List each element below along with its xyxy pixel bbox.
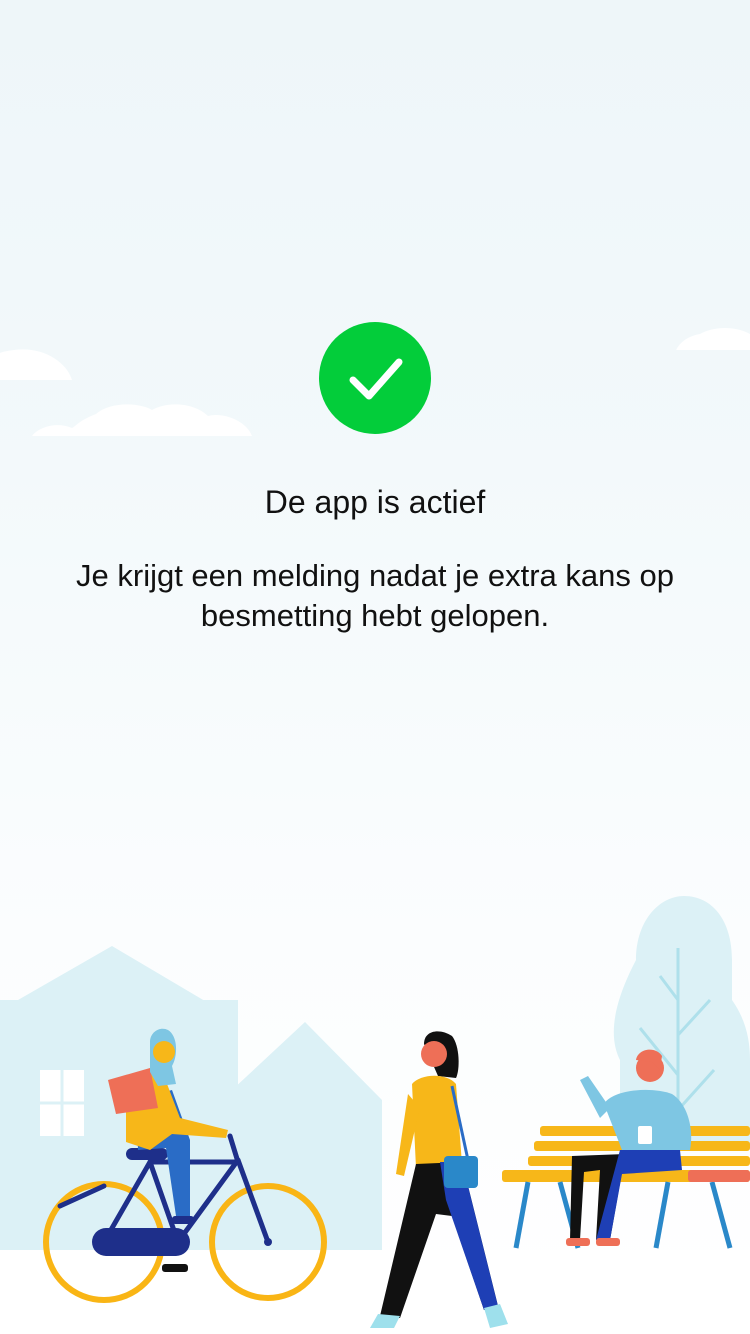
status-indicator bbox=[319, 322, 431, 434]
status-panel: De app is actief Je krijgt een melding n… bbox=[0, 0, 750, 1334]
checkmark-icon bbox=[349, 358, 403, 400]
status-message: Je krijgt een melding nadat je extra kan… bbox=[76, 558, 674, 633]
status-title: De app is actief bbox=[264, 484, 486, 520]
